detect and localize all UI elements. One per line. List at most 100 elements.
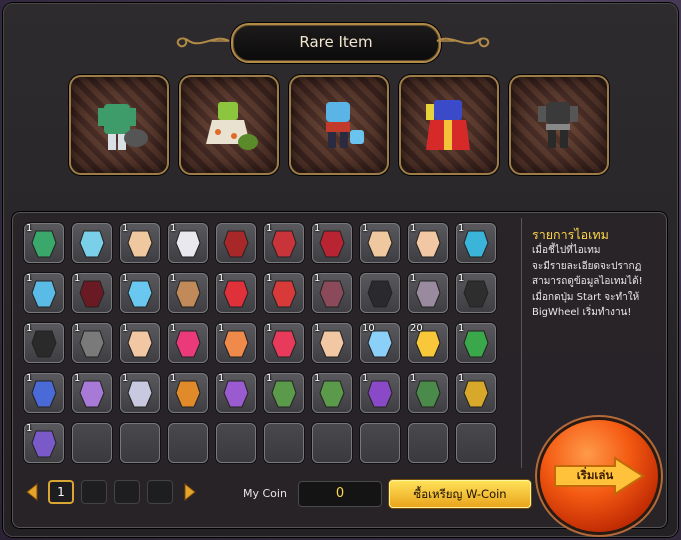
inventory-slot[interactable]: 1 (360, 373, 400, 413)
item-quantity: 1 (362, 223, 369, 234)
item-quantity: 1 (122, 273, 129, 284)
inventory-slot[interactable]: 1 (216, 373, 256, 413)
buy-coin-button[interactable]: ซื้อเหรียญ W-Coin (389, 480, 531, 508)
page-button-3[interactable] (114, 480, 140, 504)
empty-inventory-slot[interactable] (120, 423, 160, 463)
inventory-slot[interactable]: 1 (216, 323, 256, 363)
item-quantity: 1 (26, 373, 33, 384)
item-quantity: 1 (410, 223, 417, 234)
item-quantity: 10 (362, 323, 375, 334)
item-quantity: 1 (314, 323, 321, 334)
inventory-slot[interactable]: 1 (120, 223, 160, 263)
inventory-slot[interactable]: 1 (168, 323, 208, 363)
item-quantity: 1 (74, 323, 81, 334)
green-coat-outfit-icon (98, 104, 148, 150)
inventory-slot[interactable]: 1 (264, 273, 304, 313)
empty-inventory-slot[interactable] (72, 423, 112, 463)
empty-inventory-slot[interactable] (264, 423, 304, 463)
rare-item-slot-1[interactable] (69, 75, 169, 175)
inventory-slot[interactable] (360, 273, 400, 313)
item-quantity: 1 (26, 223, 33, 234)
inventory-slot[interactable]: 1 (264, 373, 304, 413)
rare-item-slot-5[interactable] (509, 75, 609, 175)
inventory-slot[interactable]: 1 (264, 323, 304, 363)
rare-items-row (3, 75, 678, 175)
inventory-slot[interactable]: 1 (24, 223, 64, 263)
inventory-slot[interactable]: 1 (120, 273, 160, 313)
prev-page-arrow-icon[interactable] (24, 480, 40, 504)
inventory-slot[interactable]: 20 (408, 323, 448, 363)
item-quantity: 1 (458, 373, 465, 384)
inventory-slot[interactable]: 1 (72, 273, 112, 313)
inventory-slot[interactable]: 1 (216, 273, 256, 313)
inventory-slot[interactable]: 1 (168, 373, 208, 413)
info-line: สามารถดูข้อมูลไอเทมได้! (532, 276, 643, 287)
inventory-slot[interactable]: 1 (24, 373, 64, 413)
item-quantity: 1 (74, 373, 81, 384)
inventory-slot[interactable]: 1 (360, 223, 400, 263)
empty-inventory-slot[interactable] (360, 423, 400, 463)
item-quantity: 1 (458, 223, 465, 234)
empty-inventory-slot[interactable] (312, 423, 352, 463)
inventory-slot[interactable]: 1 (456, 223, 496, 263)
item-quantity: 1 (314, 273, 321, 284)
item-quantity: 1 (410, 373, 417, 384)
inventory-slot[interactable]: 1 (24, 423, 64, 463)
item-quantity: 1 (410, 273, 417, 284)
inventory-slot[interactable]: 1 (120, 323, 160, 363)
item-quantity: 1 (26, 323, 33, 334)
page-button-1[interactable]: 1 (48, 480, 74, 504)
inventory-slot[interactable]: 1 (312, 223, 352, 263)
item-quantity: 1 (218, 323, 225, 334)
inventory-slot[interactable]: 1 (312, 373, 352, 413)
empty-inventory-slot[interactable] (168, 423, 208, 463)
next-page-arrow-icon[interactable] (182, 480, 198, 504)
inventory-slot[interactable]: 1 (264, 223, 304, 263)
item-quantity: 1 (266, 223, 273, 234)
empty-inventory-slot[interactable] (408, 423, 448, 463)
item-quantity: 1 (314, 223, 321, 234)
inventory-slot[interactable]: 1 (456, 323, 496, 363)
colorful-robe-outfit-icon (426, 100, 470, 150)
inventory-slot[interactable]: 1 (408, 373, 448, 413)
rare-item-slot-4[interactable] (399, 75, 499, 175)
start-button-face: เริ่มเล่น (540, 420, 658, 532)
inventory-slot[interactable]: 1 (120, 373, 160, 413)
coin-balance: 0 (298, 481, 382, 507)
inventory-slot[interactable]: 1 (456, 273, 496, 313)
inventory-slot[interactable]: 1 (456, 373, 496, 413)
item-quantity: 1 (314, 373, 321, 384)
empty-inventory-slot[interactable] (216, 423, 256, 463)
blue-armor-outfit-icon (326, 102, 364, 148)
rare-item-slot-3[interactable] (289, 75, 389, 175)
page-button-2[interactable] (81, 480, 107, 504)
inventory-slot[interactable]: 1 (72, 323, 112, 363)
empty-inventory-slot[interactable] (456, 423, 496, 463)
red-hair-icon (223, 230, 249, 258)
black-suit-outfit-icon (538, 102, 578, 148)
inventory-slot[interactable]: 1 (168, 223, 208, 263)
inventory-slot[interactable]: 1 (408, 223, 448, 263)
item-quantity: 1 (170, 323, 177, 334)
info-line: จะมีรายละเอียดจะปรากฏ (532, 260, 642, 272)
start-button[interactable]: เริ่มเล่น (540, 420, 658, 532)
inventory-slot[interactable]: 1 (24, 323, 64, 363)
item-quantity: 1 (26, 423, 33, 434)
inventory-slot[interactable]: 1 (312, 323, 352, 363)
start-label: เริ่มเล่น (576, 468, 614, 482)
inventory-slot[interactable]: 1 (408, 273, 448, 313)
item-quantity: 1 (266, 373, 273, 384)
inventory-slot[interactable]: 1 (72, 373, 112, 413)
inventory-slot[interactable]: 1 (312, 273, 352, 313)
item-quantity: 1 (74, 273, 81, 284)
page-button-4[interactable] (147, 480, 173, 504)
inventory-slot[interactable]: 1 (168, 273, 208, 313)
inventory-slot[interactable] (216, 223, 256, 263)
item-quantity: 1 (26, 273, 33, 284)
item-quantity: 20 (410, 323, 423, 334)
blue-pants-icon (79, 230, 105, 258)
inventory-slot[interactable]: 10 (360, 323, 400, 363)
rare-item-slot-2[interactable] (179, 75, 279, 175)
inventory-slot[interactable]: 1 (24, 273, 64, 313)
inventory-slot[interactable] (72, 223, 112, 263)
